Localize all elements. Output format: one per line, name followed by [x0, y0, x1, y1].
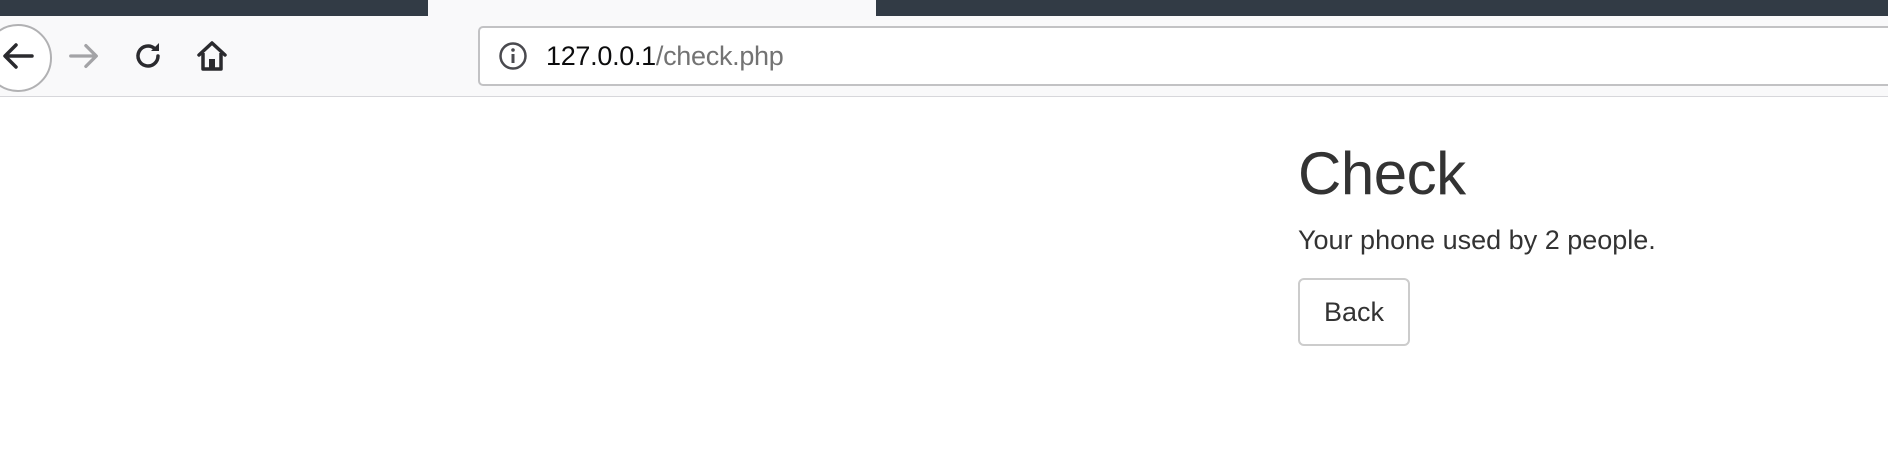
arrow-right-icon — [67, 39, 101, 78]
home-button[interactable] — [190, 36, 234, 80]
result-message: Your phone used by 2 people. — [1298, 225, 1656, 255]
reload-button[interactable] — [126, 36, 170, 80]
browser-toolbar: 127.0.0.1/check.php — [0, 16, 1888, 97]
url-host: 127.0.0.1 — [546, 40, 656, 71]
address-bar[interactable]: 127.0.0.1/check.php — [478, 26, 1888, 86]
back-nav-button[interactable] — [0, 24, 52, 92]
home-icon — [195, 39, 229, 78]
arrow-left-icon — [0, 38, 36, 79]
url-text[interactable]: 127.0.0.1/check.php — [546, 41, 784, 72]
info-icon[interactable] — [498, 41, 528, 71]
tab-strip — [0, 0, 1888, 16]
reload-icon — [132, 40, 164, 77]
page-content: Check Your phone used by 2 people. Back — [1298, 138, 1858, 346]
page-title: Check — [1298, 140, 1466, 207]
active-tab[interactable] — [428, 0, 876, 16]
back-button[interactable]: Back — [1298, 278, 1411, 346]
forward-nav-button[interactable] — [62, 36, 106, 80]
url-path: /check.php — [655, 40, 784, 71]
